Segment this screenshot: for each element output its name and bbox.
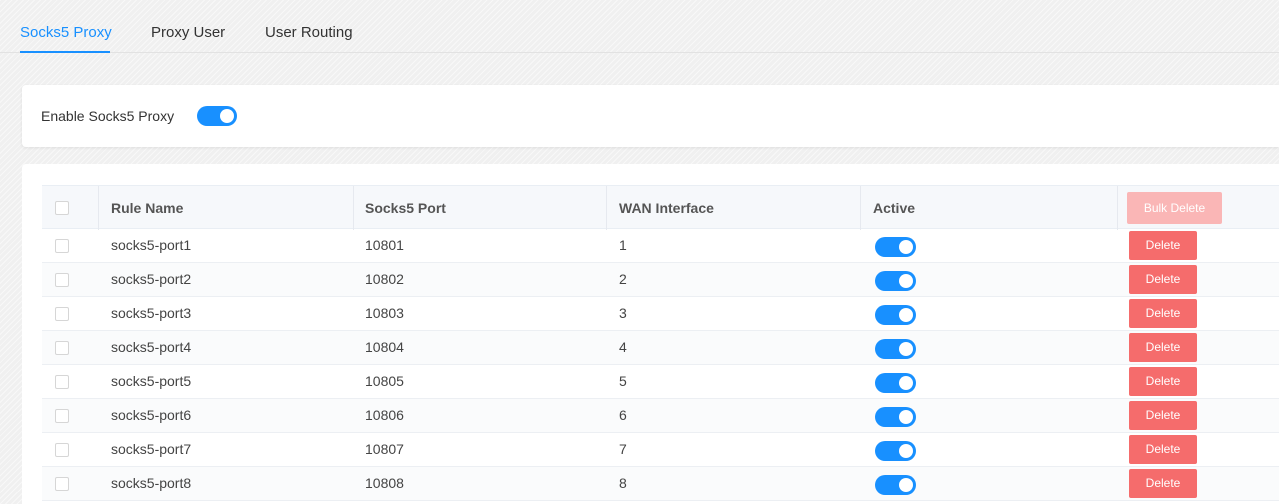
row-checkbox[interactable] <box>55 307 69 321</box>
active-tab-indicator <box>20 51 110 53</box>
toggle-knob <box>899 410 913 424</box>
delete-button[interactable]: Delete <box>1129 435 1197 464</box>
socks5-port-cell: 10808 <box>365 475 404 491</box>
row-checkbox[interactable] <box>55 409 69 423</box>
row-checkbox[interactable] <box>55 477 69 491</box>
wan-interface-cell: 6 <box>619 407 627 423</box>
rule-name-cell: socks5-port4 <box>111 339 192 355</box>
rule-name-cell: socks5-port6 <box>111 407 192 423</box>
table-row: socks5-port7 10807 7 Delete <box>42 433 1279 467</box>
delete-button[interactable]: Delete <box>1129 333 1197 362</box>
wan-interface-cell: 4 <box>619 339 627 355</box>
active-toggle[interactable] <box>875 407 916 427</box>
socks5-port-cell: 10802 <box>365 271 404 287</box>
delete-button[interactable]: Delete <box>1129 231 1197 260</box>
delete-button[interactable]: Delete <box>1129 401 1197 430</box>
row-checkbox[interactable] <box>55 375 69 389</box>
rule-name-cell: socks5-port1 <box>111 237 192 253</box>
delete-button[interactable]: Delete <box>1129 265 1197 294</box>
header-wan-interface: WAN Interface <box>619 200 714 216</box>
rules-table: Rule Name Socks5 Port WAN Interface Acti… <box>42 185 1279 501</box>
row-checkbox[interactable] <box>55 443 69 457</box>
table-row: socks5-port1 10801 1 Delete <box>42 229 1279 263</box>
rule-name-cell: socks5-port5 <box>111 373 192 389</box>
active-toggle[interactable] <box>875 339 916 359</box>
header-rule-name: Rule Name <box>111 200 184 216</box>
rule-name-cell: socks5-port2 <box>111 271 192 287</box>
enable-proxy-toggle[interactable] <box>197 106 237 126</box>
table-row: socks5-port4 10804 4 Delete <box>42 331 1279 365</box>
row-checkbox[interactable] <box>55 239 69 253</box>
table-row: socks5-port5 10805 5 Delete <box>42 365 1279 399</box>
toggle-knob <box>899 308 913 322</box>
toggle-knob <box>220 109 234 123</box>
header-active: Active <box>873 200 916 216</box>
active-toggle[interactable] <box>875 441 916 461</box>
socks5-port-cell: 10803 <box>365 305 404 321</box>
delete-button[interactable]: Delete <box>1129 469 1197 498</box>
bulk-delete-button[interactable]: Bulk Delete <box>1127 192 1222 224</box>
wan-interface-cell: 8 <box>619 475 627 491</box>
header-socks5-port: Socks5 Port <box>365 200 446 216</box>
wan-interface-cell: 7 <box>619 441 627 457</box>
row-checkbox[interactable] <box>55 341 69 355</box>
enable-proxy-card: Enable Socks5 Proxy <box>22 85 1279 147</box>
active-toggle[interactable] <box>875 373 916 393</box>
enable-proxy-label: Enable Socks5 Proxy <box>41 108 175 124</box>
socks5-port-cell: 10804 <box>365 339 404 355</box>
select-all-checkbox[interactable] <box>55 201 69 215</box>
column-divider <box>606 186 607 230</box>
tab-proxy-user[interactable]: Proxy User <box>151 24 225 42</box>
delete-button[interactable]: Delete <box>1129 299 1197 328</box>
rules-card: Rule Name Socks5 Port WAN Interface Acti… <box>22 164 1279 504</box>
table-row: socks5-port6 10806 6 Delete <box>42 399 1279 433</box>
tab-socks5-proxy[interactable]: Socks5 Proxy <box>20 24 112 42</box>
toggle-knob <box>899 342 913 356</box>
active-toggle[interactable] <box>875 475 916 495</box>
socks5-port-cell: 10807 <box>365 441 404 457</box>
table-row: socks5-port8 10808 8 Delete <box>42 467 1279 501</box>
table-row: socks5-port2 10802 2 Delete <box>42 263 1279 297</box>
active-toggle[interactable] <box>875 305 916 325</box>
rule-name-cell: socks5-port8 <box>111 475 192 491</box>
active-toggle[interactable] <box>875 271 916 291</box>
wan-interface-cell: 2 <box>619 271 627 287</box>
toggle-knob <box>899 376 913 390</box>
column-divider <box>353 186 354 230</box>
table-header: Rule Name Socks5 Port WAN Interface Acti… <box>42 185 1279 230</box>
socks5-port-cell: 10806 <box>365 407 404 423</box>
toggle-knob <box>899 444 913 458</box>
delete-button[interactable]: Delete <box>1129 367 1197 396</box>
column-divider <box>98 186 99 230</box>
table-row: socks5-port3 10803 3 Delete <box>42 297 1279 331</box>
socks5-port-cell: 10801 <box>365 237 404 253</box>
tab-bar: Socks5 Proxy Proxy User User Routing <box>0 0 1279 53</box>
toggle-knob <box>899 240 913 254</box>
column-divider <box>860 186 861 230</box>
wan-interface-cell: 1 <box>619 237 627 253</box>
wan-interface-cell: 5 <box>619 373 627 389</box>
rule-name-cell: socks5-port7 <box>111 441 192 457</box>
socks5-port-cell: 10805 <box>365 373 404 389</box>
table-body: socks5-port1 10801 1 Delete socks5-port2 1080… <box>42 229 1279 501</box>
wan-interface-cell: 3 <box>619 305 627 321</box>
rule-name-cell: socks5-port3 <box>111 305 192 321</box>
row-checkbox[interactable] <box>55 273 69 287</box>
toggle-knob <box>899 274 913 288</box>
tab-user-routing[interactable]: User Routing <box>265 24 353 42</box>
toggle-knob <box>899 478 913 492</box>
column-divider <box>1117 186 1118 230</box>
active-toggle[interactable] <box>875 237 916 257</box>
